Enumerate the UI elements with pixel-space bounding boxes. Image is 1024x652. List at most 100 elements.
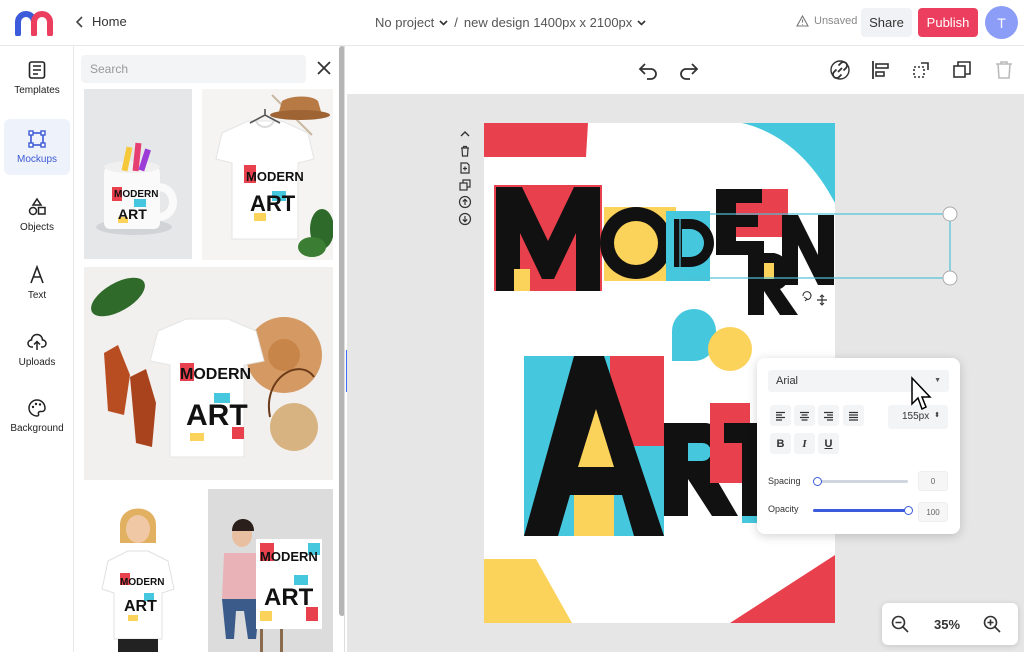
move-icon[interactable] [817,294,827,306]
design-label: new design 1400px x 2100px [463,15,633,30]
project-label: No project [375,15,435,30]
underline-button[interactable]: U [818,433,839,454]
spacing-label: Spacing [768,476,801,486]
tshirt-flatlay-mockup-image: MODERN ART [91,277,322,458]
align-center-button[interactable] [794,405,815,426]
nav-item-text[interactable]: Text [4,255,70,311]
flatlay-art-text: MODERN [180,366,251,383]
avatar[interactable]: T [985,6,1018,39]
opacity-slider-knob[interactable] [903,506,913,515]
shape-yellow-bottom-left[interactable] [484,559,572,623]
duplicate-icon[interactable] [950,58,974,82]
opacity-label: Opacity [768,504,799,514]
panel-scrollbar[interactable] [339,46,344,616]
background-icon [28,399,46,417]
stepper-icon: ⬍ [934,412,940,419]
opacity-slider[interactable] [813,506,913,515]
opacity-value[interactable]: 100 [918,502,948,522]
mockup-thumb-mug[interactable]: MODERN ART [84,89,192,259]
spacing-slider[interactable] [812,477,908,486]
app-logo[interactable] [14,10,58,36]
zoom-in-icon[interactable] [982,614,1002,634]
objects-icon [28,197,46,216]
text-icon [30,265,44,284]
duplicate-page-icon[interactable] [458,178,472,192]
home-link[interactable]: Home [76,14,127,29]
mockup-thumb-woman-tshirt[interactable]: MODERN ART [84,489,196,652]
close-icon[interactable] [314,58,334,78]
woman-tshirt-mockup-image: MODERN ART [101,508,175,652]
save-status-label: Unsaved [814,15,858,27]
nav-item-mockups[interactable]: Mockups [4,119,70,175]
move-page-up-icon[interactable] [458,127,472,141]
nav-label-uploads: Uploads [18,357,56,368]
zoom-control: 35% [882,603,1018,645]
shape-red-bottom-right[interactable] [730,555,835,623]
mockups-panel: MODERN ART MODERN ART [75,46,345,652]
link-icon[interactable] [828,58,852,82]
warning-icon [796,15,809,27]
redo-icon[interactable] [677,58,701,82]
nav-item-background[interactable]: Background [4,388,70,444]
search-input[interactable] [81,55,306,83]
zoom-out-icon[interactable] [890,614,910,634]
mockup-thumb-tshirt-flatlay[interactable]: MODERN ART [84,267,333,480]
italic-button[interactable]: I [794,433,815,454]
nav-label-mockups: Mockups [16,154,57,165]
shape-yellow-circle[interactable] [708,327,752,371]
project-dropdown[interactable]: No project [375,15,448,30]
zoom-level: 35% [934,617,961,632]
mug-art-text-2: ART [118,206,147,222]
move-up-circle-icon[interactable] [458,195,472,209]
mockup-thumb-tshirt-hanger[interactable]: MODERN ART [202,89,333,260]
nav-label-text: Text [27,290,47,301]
align-left-button[interactable] [770,405,791,426]
bold-button[interactable]: B [770,433,791,454]
add-page-icon[interactable] [458,161,472,175]
design-dropdown[interactable]: new design 1400px x 2100px [464,15,646,30]
align-right-button[interactable] [818,405,839,426]
align-icon[interactable] [869,58,893,82]
flatlay-art-text-2: ART [186,399,248,432]
save-status: Unsaved [796,15,857,27]
selection-box[interactable] [670,206,960,306]
nav-label-background: Background [10,423,64,434]
uploads-icon [27,333,47,350]
mug-mockup-image: MODERN ART [96,142,177,235]
align-justify-button[interactable] [843,405,864,426]
hanger-art-text: MODERN [246,169,304,184]
top-bar: Home No project / new design 1400px x 21… [0,0,1024,46]
publish-button[interactable]: Publish [918,8,978,37]
spacing-slider-knob[interactable] [812,477,822,486]
nav-item-objects[interactable]: Objects [4,187,70,243]
font-size-value: 155px [902,411,930,422]
nav-item-templates[interactable]: Templates [4,50,70,106]
spacing-value[interactable]: 0 [918,471,948,491]
mockup-thumb-woman-poster[interactable]: MODERN ART [208,489,333,652]
shape-red-top-left[interactable] [484,123,588,157]
caret-down-icon: ▼ [934,377,941,384]
undo-icon[interactable] [636,58,660,82]
nav-label-objects: Objects [20,222,54,233]
opacity-slider-fill [813,509,908,512]
left-nav: Templates Mockups Objects Text Uploads B… [0,46,74,652]
align-right-icon [824,411,833,421]
chevron-down-icon [637,19,646,26]
move-down-circle-icon[interactable] [458,212,472,226]
woman-tshirt-art-text-2: ART [124,598,157,615]
breadcrumb-separator: / [454,15,458,30]
align-left-icon [776,411,785,421]
breadcrumb: No project / new design 1400px x 2100px [375,15,646,30]
crop-icon[interactable] [909,58,933,82]
delete-page-icon[interactable] [458,144,472,158]
delete-icon[interactable] [992,58,1016,82]
rotate-icon[interactable] [802,291,812,302]
poster-art-text: MODERN [260,549,318,564]
chevron-down-icon [439,19,448,26]
nav-item-uploads[interactable]: Uploads [4,322,70,378]
hanger-art-text-2: ART [250,191,296,216]
mockups-icon [28,130,46,148]
poster-art-text-2: ART [264,584,314,611]
templates-icon [28,61,46,79]
share-button[interactable]: Share [861,8,912,37]
